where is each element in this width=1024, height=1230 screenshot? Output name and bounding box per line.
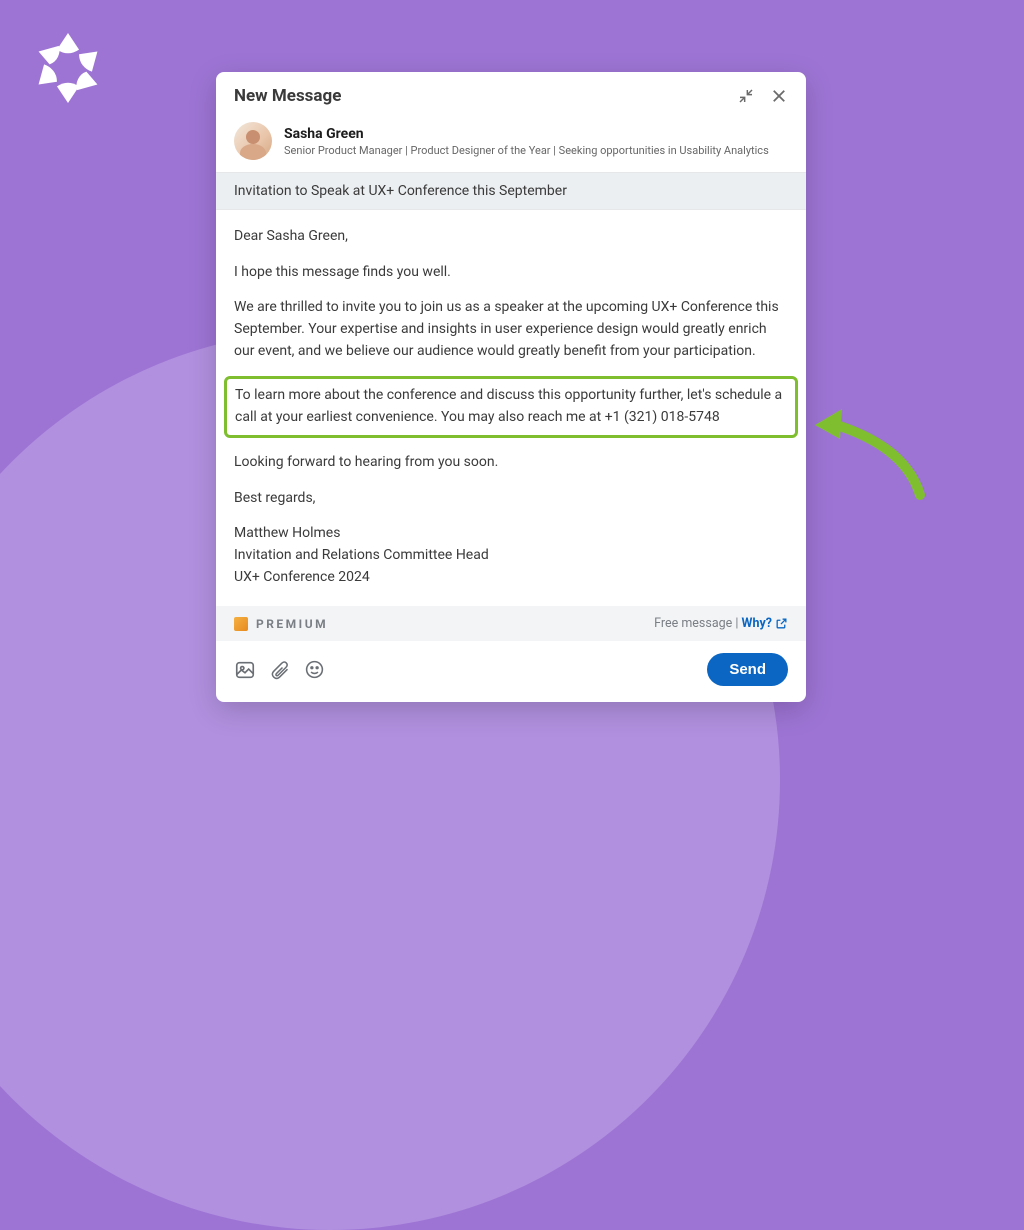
subject-input[interactable]: Invitation to Speak at UX+ Conference th… — [216, 172, 806, 210]
message-body[interactable]: Dear Sasha Green, I hope this message fi… — [216, 210, 806, 606]
body-para1: We are thrilled to invite you to join us… — [234, 297, 788, 362]
body-closing: Looking forward to hearing from you soon… — [234, 452, 788, 474]
recipient-name: Sasha Green — [284, 126, 769, 142]
free-message-row: Free message | Why? — [654, 616, 788, 631]
why-link-label: Why? — [742, 616, 772, 631]
free-message-label: Free message — [654, 616, 732, 631]
signature-name: Matthew Holmes — [234, 523, 788, 545]
callout-arrow — [810, 395, 930, 519]
modal-title: New Message — [234, 86, 341, 106]
new-message-modal: New Message Sasha Green Senior Product M… — [216, 72, 806, 702]
external-link-icon — [775, 617, 788, 630]
attachment-icon[interactable] — [270, 660, 290, 680]
premium-badge-icon — [234, 617, 248, 631]
app-logo — [22, 22, 114, 118]
signature-title: Invitation and Relations Committee Head — [234, 545, 788, 567]
modal-header: New Message — [216, 72, 806, 116]
body-highlighted-cta: To learn more about the conference and d… — [224, 376, 798, 437]
recipient-row: Sasha Green Senior Product Manager | Pro… — [216, 116, 806, 172]
body-signoff: Best regards, — [234, 488, 788, 510]
premium-bar: PREMIUM Free message | Why? — [216, 606, 806, 641]
minimize-icon[interactable] — [738, 88, 754, 104]
recipient-headline: Senior Product Manager | Product Designe… — [284, 144, 769, 157]
emoji-icon[interactable] — [304, 659, 325, 680]
why-link[interactable]: Why? — [742, 616, 788, 631]
recipient-info: Sasha Green Senior Product Manager | Pro… — [284, 126, 769, 157]
header-actions — [738, 87, 788, 105]
close-icon[interactable] — [770, 87, 788, 105]
signature-org: UX+ Conference 2024 — [234, 567, 788, 589]
send-button[interactable]: Send — [707, 653, 788, 686]
body-greeting: Dear Sasha Green, — [234, 226, 788, 248]
action-bar: Send — [216, 641, 806, 702]
premium-label: PREMIUM — [256, 617, 328, 631]
recipient-avatar — [234, 122, 272, 160]
body-intro: I hope this message finds you well. — [234, 262, 788, 284]
image-icon[interactable] — [234, 659, 256, 681]
